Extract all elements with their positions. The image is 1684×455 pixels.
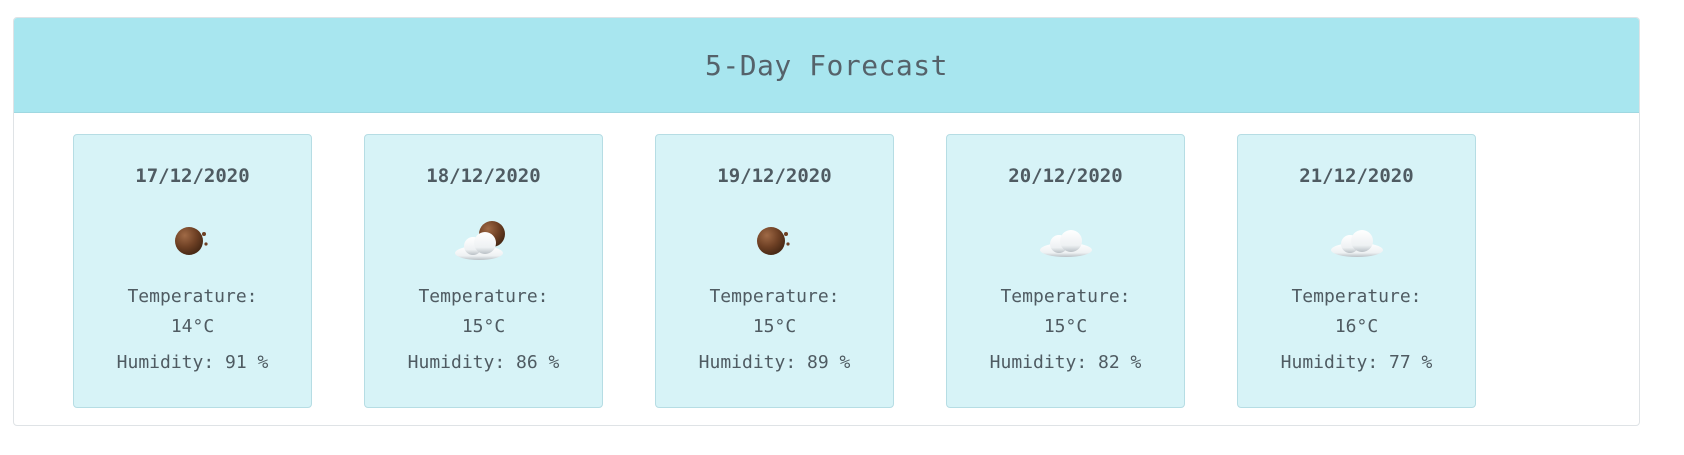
forecast-title: 5-Day Forecast — [704, 48, 948, 82]
forecast-card: 20/12/2020 Temperature: 15°C Humidity: 8… — [946, 134, 1185, 408]
temperature-label: Temperature: — [418, 286, 549, 307]
cloud-icon — [947, 213, 1184, 265]
temperature-value: 15°C — [752, 316, 797, 337]
temperature-value: 16°C — [1334, 316, 1379, 337]
cloud-moon-icon — [365, 213, 602, 265]
temperature-value: 14°C — [170, 316, 215, 337]
humidity-text: Humidity: 91 % — [116, 352, 269, 373]
forecast-date: 17/12/2020 — [135, 165, 250, 187]
forecast-card: 17/12/2020 Temperature: 14°C Humidity: 9… — [73, 134, 312, 408]
temperature-label: Temperature: — [1000, 286, 1131, 307]
night-partly-clear-icon — [656, 213, 893, 265]
forecast-date: 19/12/2020 — [717, 165, 832, 187]
forecast-panel: 5-Day Forecast 17/12/2020 Temperature: 1… — [13, 17, 1640, 426]
forecast-date: 21/12/2020 — [1299, 165, 1414, 187]
forecast-card: 21/12/2020 Temperature: 16°C Humidity: 7… — [1237, 134, 1476, 408]
humidity-text: Humidity: 82 % — [989, 352, 1142, 373]
temperature-label: Temperature: — [127, 286, 258, 307]
forecast-card: 19/12/2020 Temperature: 15°C Humidity: 8… — [655, 134, 894, 408]
forecast-header: 5-Day Forecast — [14, 18, 1639, 113]
temperature-value: 15°C — [1043, 316, 1088, 337]
humidity-text: Humidity: 89 % — [698, 352, 851, 373]
humidity-text: Humidity: 77 % — [1280, 352, 1433, 373]
temperature-label: Temperature: — [1291, 286, 1422, 307]
humidity-text: Humidity: 86 % — [407, 352, 560, 373]
forecast-card: 18/12/2020 Temperature: 15°C Humidity: 8… — [364, 134, 603, 408]
temperature-label: Temperature: — [709, 286, 840, 307]
night-partly-clear-icon — [74, 213, 311, 265]
cloud-icon — [1238, 213, 1475, 265]
temperature-value: 15°C — [461, 316, 506, 337]
forecast-date: 20/12/2020 — [1008, 165, 1123, 187]
forecast-date: 18/12/2020 — [426, 165, 541, 187]
